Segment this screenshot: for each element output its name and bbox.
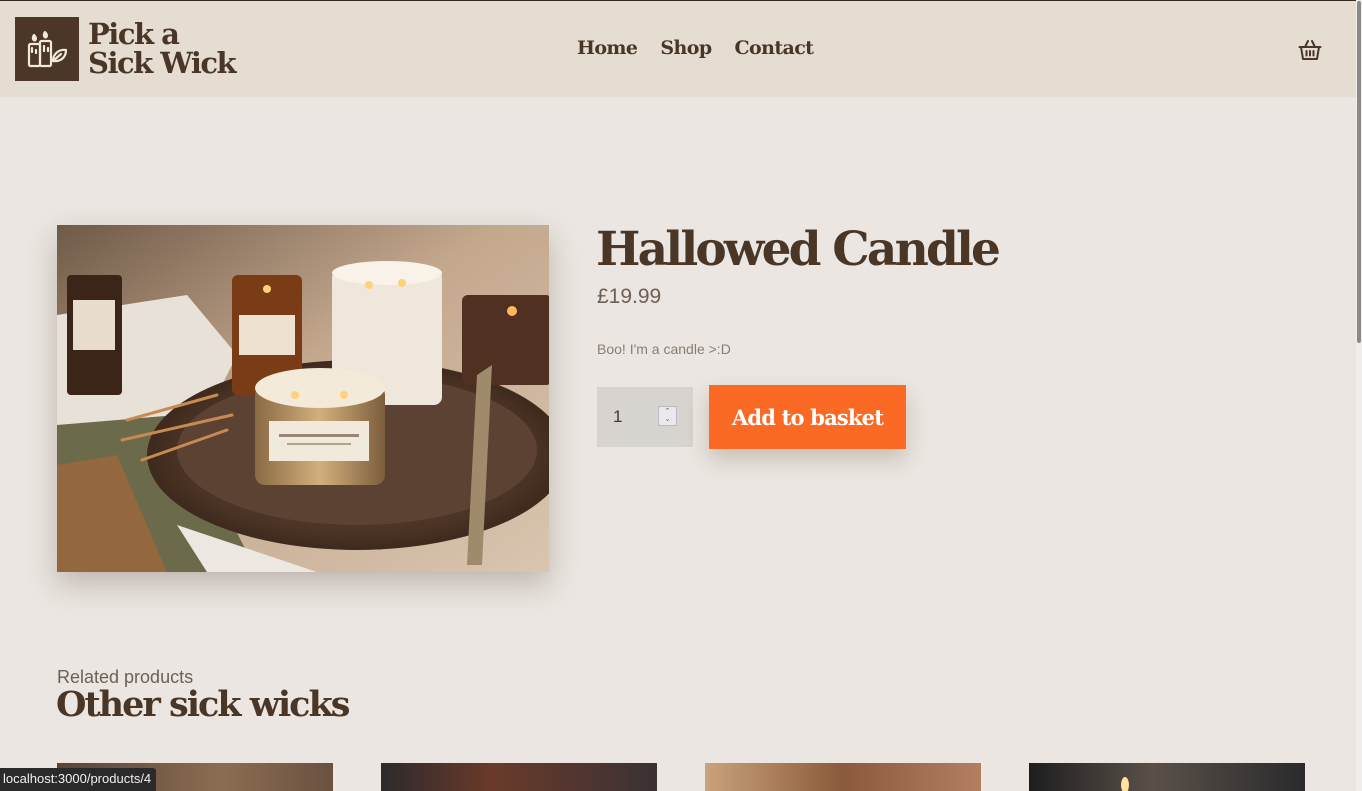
chevron-down-icon[interactable]: ⌄ bbox=[665, 416, 671, 424]
quantity-input[interactable]: 1 bbox=[597, 387, 693, 447]
product-image bbox=[57, 225, 549, 572]
chevron-up-icon[interactable]: ⌃ bbox=[665, 408, 671, 416]
brand-name: Pick a Sick Wick bbox=[88, 17, 237, 80]
site-header: Pick a Sick Wick Home Shop Contact bbox=[0, 1, 1356, 97]
nav-contact-link[interactable]: Contact bbox=[735, 37, 814, 59]
related-product-card[interactable] bbox=[1029, 763, 1305, 791]
brand-name-line1: Pick a bbox=[88, 17, 180, 51]
related-products-title: Other sick wicks bbox=[56, 684, 350, 725]
product-title: Hallowed Candle bbox=[596, 222, 1001, 277]
add-to-basket-button[interactable]: Add to basket bbox=[709, 385, 906, 449]
main-nav: Home Shop Contact bbox=[577, 37, 814, 59]
status-bar-url: localhost:3000/products/4 bbox=[0, 768, 157, 791]
brand-logo[interactable]: Pick a Sick Wick bbox=[15, 17, 237, 81]
basket-icon[interactable] bbox=[1297, 37, 1323, 63]
nav-home-link[interactable]: Home bbox=[577, 37, 638, 59]
quantity-value: 1 bbox=[613, 407, 623, 426]
candles-leaf-icon bbox=[15, 17, 79, 81]
brand-name-line2: Sick Wick bbox=[88, 46, 237, 80]
nav-shop-link[interactable]: Shop bbox=[660, 37, 712, 59]
related-product-card[interactable] bbox=[381, 763, 657, 791]
scrollbar-thumb[interactable] bbox=[1357, 1, 1361, 343]
product-price: £19.99 bbox=[597, 285, 662, 308]
quantity-stepper[interactable]: ⌃ ⌄ bbox=[658, 406, 677, 426]
related-product-card[interactable] bbox=[705, 763, 981, 791]
product-description: Boo! I'm a candle >:D bbox=[597, 341, 731, 357]
